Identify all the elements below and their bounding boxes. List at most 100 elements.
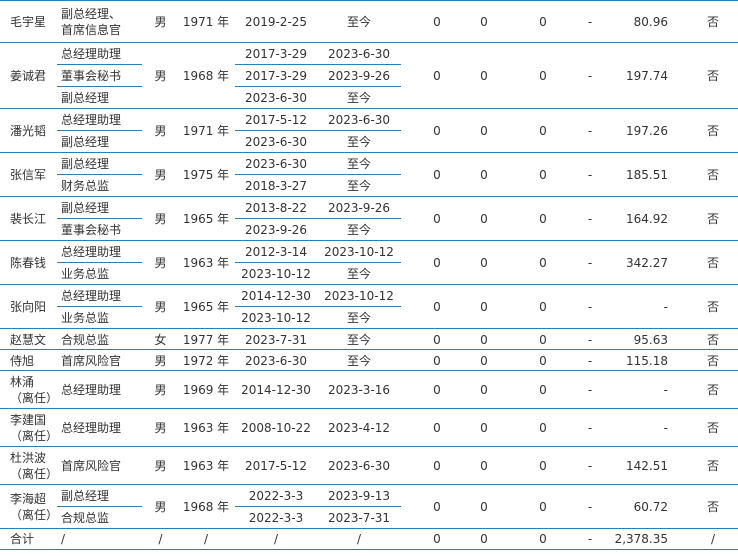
row-related-party: 否 <box>706 500 719 514</box>
total-row-name-lines: 合计 <box>10 531 34 547</box>
row-shares-change: 0 <box>480 421 488 435</box>
row-shares-change: 0 <box>480 300 488 314</box>
row-gender: 男 <box>154 421 167 435</box>
row-shares-change: 0 <box>480 459 488 473</box>
row-name-lines: 张信军 <box>10 167 46 183</box>
row-position-title-line: 总经理助理 <box>61 47 122 61</box>
row-shares-begin: 0 <box>433 353 441 368</box>
row-shares-begin: 0 <box>433 124 441 138</box>
row-shares-change: 0 <box>480 353 488 368</box>
row-position-title-line: 业务总监 <box>61 311 110 325</box>
row-shares-end: 0 <box>539 500 547 514</box>
row-compensation: 197.74 <box>626 69 668 83</box>
row-start-date: 2012-3-14 <box>244 245 308 259</box>
total-row-shares-begin: 0 <box>433 532 441 546</box>
row-gender: 男 <box>154 256 167 270</box>
row-position-title-line: 副总经理 <box>61 135 110 149</box>
row-related-party: 否 <box>706 15 719 29</box>
row-gender: 男 <box>154 69 167 83</box>
row-end-date: 至今 <box>346 223 371 237</box>
row-name-line: （离任） <box>10 429 59 443</box>
row-birth-year: 1965 年 <box>182 300 230 314</box>
row-related-party: 否 <box>706 353 719 368</box>
row-end-date: 2023-10-12 <box>324 245 394 259</box>
row-position-title-line: 首席风险官 <box>61 353 122 368</box>
row-name: 李建国 （离任） <box>0 409 59 447</box>
row-end-date: 2023-10-12 <box>324 289 394 303</box>
row-start-date: 2008-10-22 <box>241 421 311 435</box>
row-name: 林涌 （离任） <box>0 371 58 409</box>
row-birth-year: 1971 年 <box>182 15 230 29</box>
row-start-date: 2017-3-29 <box>244 69 308 83</box>
row-shares-begin: 0 <box>433 332 441 347</box>
total-row-compensation: 2,378.35 <box>614 532 668 546</box>
row-shares-end: 0 <box>539 421 547 435</box>
row-shares-change: 0 <box>480 500 488 514</box>
row-name-lines: 潘光韬 <box>10 123 46 139</box>
row-start-date: 2022-3-3 <box>248 511 304 525</box>
row-gender: 男 <box>154 212 167 226</box>
row-shares-begin: 0 <box>433 168 441 182</box>
row-shares-begin: 0 <box>433 459 441 473</box>
row-start-date: 2017-5-12 <box>244 113 308 127</box>
row-related-party: 否 <box>706 212 719 226</box>
row-birth-year: 1963 年 <box>182 421 230 435</box>
row-name: 姜诚君 <box>0 43 57 109</box>
row-birth-year: 1963 年 <box>182 256 230 270</box>
row-birth-year: 1969 年 <box>182 383 230 397</box>
row-name-line: 陈春钱 <box>10 256 47 270</box>
row-start-date: 2023-6-30 <box>244 135 308 149</box>
row-end-date: 2023-9-26 <box>327 201 391 215</box>
row-related-party: 否 <box>706 332 719 347</box>
row-position-title: 副总经理、 首席信息官 <box>57 1 144 43</box>
row-position-title: 董事会秘书 <box>57 65 144 87</box>
row-name-lines: 姜诚君 <box>10 68 46 84</box>
row-start-date: 2023-6-30 <box>244 353 308 368</box>
row-position-title-lines: 董事会秘书 <box>61 222 121 238</box>
row-end-date: 至今 <box>346 91 371 105</box>
row-end-date: 2023-3-16 <box>327 383 391 397</box>
row-name-lines: 李海超 （离任） <box>10 491 58 523</box>
total-row-position-title-lines: / <box>61 531 65 547</box>
row-end-date: 至今 <box>346 311 371 325</box>
row-birth-year: 1965 年 <box>182 212 230 226</box>
row-birth-year: 1971 年 <box>182 124 230 138</box>
row-shares-begin: 0 <box>433 256 441 270</box>
row-birth-year: 1977 年 <box>182 332 230 347</box>
row-position-title-line: 首席信息官 <box>61 23 122 37</box>
row-gender: 男 <box>154 353 167 368</box>
row-end-date: 至今 <box>346 179 371 193</box>
row-related-party: 否 <box>706 421 719 435</box>
row-name: 张向阳 <box>0 285 57 329</box>
row-end-date: 至今 <box>346 353 371 368</box>
row-position-title-lines: 业务总监 <box>61 266 109 282</box>
row-compensation: 80.96 <box>633 15 668 29</box>
row-shares-end: 0 <box>539 15 547 29</box>
row-position-title-lines: 总经理助理 <box>61 244 121 260</box>
row-gender: 男 <box>154 383 167 397</box>
row-position-title-lines: 首席风险官 <box>61 458 121 474</box>
row-position-title: 总经理助理 <box>57 241 144 263</box>
row-position-title: 首席风险官 <box>57 350 144 371</box>
row-position-title-line: 副总经理 <box>61 91 110 105</box>
row-position-title-lines: 总经理助理 <box>61 46 121 62</box>
row-position-title-line: 总经理助理 <box>61 421 122 435</box>
row-position-title-lines: 副总经理 <box>61 156 109 172</box>
row-name-line: （离任） <box>10 467 59 481</box>
row-position-title-lines: 业务总监 <box>61 310 109 326</box>
row-position-title-line: 董事会秘书 <box>61 69 122 83</box>
row-related-party: 否 <box>706 459 719 473</box>
row-start-date: 2023-7-31 <box>244 332 308 347</box>
row-gender: 男 <box>154 124 167 138</box>
row-gender: 男 <box>154 459 167 473</box>
row-gender: 男 <box>154 15 167 29</box>
row-shares-end: 0 <box>539 383 547 397</box>
row-name-lines: 赵慧文 <box>10 332 46 348</box>
row-name-lines: 林涌 （离任） <box>10 374 58 406</box>
row-gender: 女 <box>154 332 167 347</box>
row-shares-end: 0 <box>539 69 547 83</box>
total-row-name-line: 合计 <box>10 532 35 546</box>
row-name-lines: 张向阳 <box>10 299 46 315</box>
row-position-title-line: 业务总监 <box>61 267 110 281</box>
row-position-title-lines: 总经理助理 <box>61 288 121 304</box>
